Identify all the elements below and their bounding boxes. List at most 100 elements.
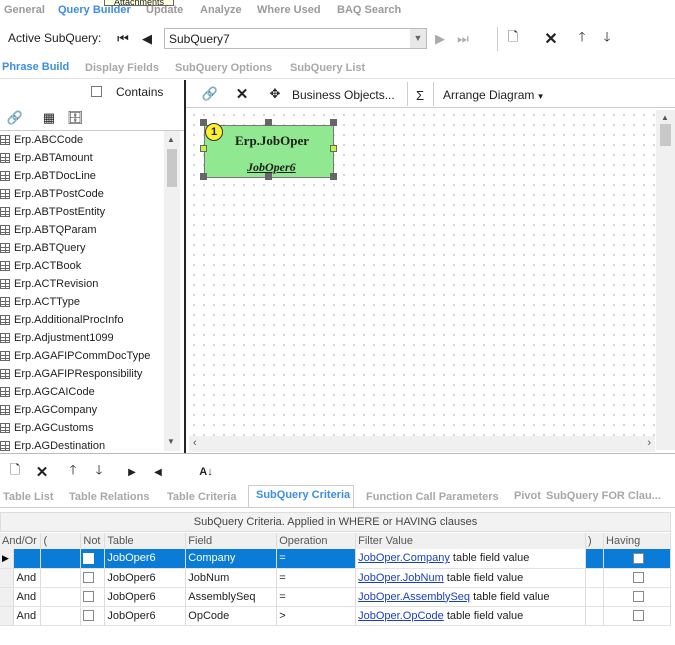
diagram-link-button[interactable]: 🔗 [200,84,220,104]
move-up-button[interactable]: 🡑 [573,29,591,49]
table-row[interactable]: And JobOper6 JobNum = JobOper.JobNum table f… [0,568,671,588]
new-criteria-button[interactable]: 🗋 [6,462,24,482]
having-cell[interactable] [603,606,671,626]
tab-table-relations[interactable]: Table Relations [69,491,149,503]
table-view-button[interactable]: ▦ [39,108,59,128]
sort-button[interactable]: A↓ [196,462,216,482]
open-paren-cell[interactable] [40,568,82,588]
not-cell[interactable] [80,606,106,626]
resize-handle[interactable] [265,119,272,126]
table-list-item[interactable]: Erp.AGAFIPCommDocType [0,347,180,365]
table-list-item[interactable]: Erp.ABTQuery [0,239,180,257]
table-list-item[interactable]: Erp.AGCAICode [0,383,180,401]
diagram-hscrollbar[interactable]: ‹ › [189,436,655,452]
table-row[interactable]: And JobOper6 AssemblySeq = JobOper.AssemblyS… [0,587,671,607]
resize-handle[interactable] [200,145,207,152]
resize-handle[interactable] [330,145,337,152]
not-checkbox[interactable] [83,552,95,564]
col-header-filter-value[interactable]: Filter Value [355,533,587,549]
having-checkbox[interactable] [632,610,644,622]
database-button[interactable]: 🗄 [65,108,85,128]
resize-handle[interactable] [200,173,207,180]
scroll-up-icon[interactable]: ▲ [167,135,175,144]
open-paren-cell[interactable] [40,587,82,607]
resize-handle[interactable] [330,119,337,126]
field-cell[interactable]: JobNum [185,568,278,588]
col-header-table[interactable]: Table [104,533,187,549]
col-header-andor[interactable]: And/Or [0,533,42,549]
table-list-item[interactable]: Erp.AGCompany [0,401,180,419]
tab-subquery-options[interactable]: SubQuery Options [175,62,272,74]
operation-cell[interactable]: > [276,606,357,626]
table-cell[interactable]: JobOper6 [104,549,187,569]
diagram-delete-button[interactable]: ✕ [232,84,252,104]
filter-value-link[interactable]: JobOper.OpCode [358,610,444,622]
diagram-node[interactable]: 1 Erp.JobOper JobOper6 [204,123,334,178]
link-button[interactable]: 🔗 [5,108,25,128]
table-list-item[interactable]: Erp.ACTBook [0,257,180,275]
filter-value-link[interactable]: JobOper.AssemblySeq [358,591,470,603]
col-header-field[interactable]: Field [185,533,278,549]
table-list-item[interactable]: Erp.ABTDocLine [0,167,180,185]
andor-cell[interactable] [13,549,42,569]
table-list-item[interactable]: Erp.ACTRevision [0,275,180,293]
scroll-left-icon[interactable]: ‹ [193,437,197,449]
andor-cell[interactable]: And [13,587,42,607]
col-header-close-paren[interactable]: ) [585,533,605,549]
resize-handle[interactable] [200,119,207,126]
having-checkbox[interactable] [632,572,644,584]
business-objects-button[interactable]: ✥ [266,84,284,104]
table-cell[interactable]: JobOper6 [104,606,187,626]
col-header-not[interactable]: Not [80,533,106,549]
table-row[interactable]: ▶ JobOper6 Company = JobOper.Company table f… [0,549,671,569]
not-checkbox[interactable] [83,572,95,584]
table-list-item[interactable]: Erp.AdditionalProcInfo [0,311,180,329]
having-checkbox[interactable] [632,552,644,564]
row-indicator[interactable] [0,587,15,607]
table-list-item[interactable]: Erp.ABTAmount [0,149,180,167]
table-list-item[interactable]: Erp.ABTQParam [0,221,180,239]
tab-where-used[interactable]: Where Used [257,4,321,16]
tab-phrase-build[interactable]: Phrase Build [2,61,69,73]
table-list-item[interactable]: Erp.AGCustoms [0,419,180,437]
col-header-operation[interactable]: Operation [276,533,357,549]
filter-value-cell[interactable]: JobOper.Company table field value [355,549,587,569]
not-cell[interactable] [80,549,106,569]
not-checkbox[interactable] [83,610,95,622]
having-cell[interactable] [603,587,671,607]
close-paren-cell[interactable] [585,568,605,588]
tab-pivot[interactable]: Pivot [514,490,541,502]
row-indicator[interactable]: ▶ [0,549,15,569]
scroll-thumb[interactable] [167,149,177,187]
next-subquery-button[interactable]: ▶ [431,29,449,49]
tab-subquery-list[interactable]: SubQuery List [290,62,365,74]
first-subquery-button[interactable]: ⏮ [113,29,133,49]
scroll-up-icon[interactable]: ▲ [661,113,669,122]
prev-subquery-button[interactable]: ◀ [137,29,157,49]
not-cell[interactable] [80,587,106,607]
business-objects-label[interactable]: Business Objects... [292,88,395,102]
sigma-button[interactable]: Σ [412,85,428,105]
having-cell[interactable] [603,568,671,588]
criteria-down-button[interactable]: 🡓 [90,462,108,482]
row-indicator[interactable] [0,568,15,588]
field-cell[interactable]: Company [185,549,278,569]
scroll-down-icon[interactable]: ▼ [167,437,175,446]
not-checkbox[interactable] [83,591,95,603]
delete-criteria-button[interactable]: ✕ [32,462,52,482]
resize-handle[interactable] [265,173,272,180]
tab-table-list[interactable]: Table List [3,491,54,503]
filter-value-cell[interactable]: JobOper.AssemblySeq table field value [355,587,587,607]
tab-subquery-for-clause[interactable]: SubQuery FOR Clau... [546,490,661,502]
criteria-up-button[interactable]: 🡑 [64,462,82,482]
operation-cell[interactable]: = [276,568,357,588]
table-list-item[interactable]: Erp.AGDestination [0,437,180,451]
scroll-thumb[interactable] [660,124,671,146]
table-list-item[interactable]: Erp.Adjustment1099 [0,329,180,347]
having-cell[interactable] [603,549,671,569]
close-paren-cell[interactable] [585,549,605,569]
filter-value-cell[interactable]: JobOper.JobNum table field value [355,568,587,588]
subquery-select[interactable]: SubQuery7 ▼ [164,28,427,49]
filter-value-link[interactable]: JobOper.Company [358,552,450,564]
move-down-button[interactable]: 🡓 [598,29,616,49]
